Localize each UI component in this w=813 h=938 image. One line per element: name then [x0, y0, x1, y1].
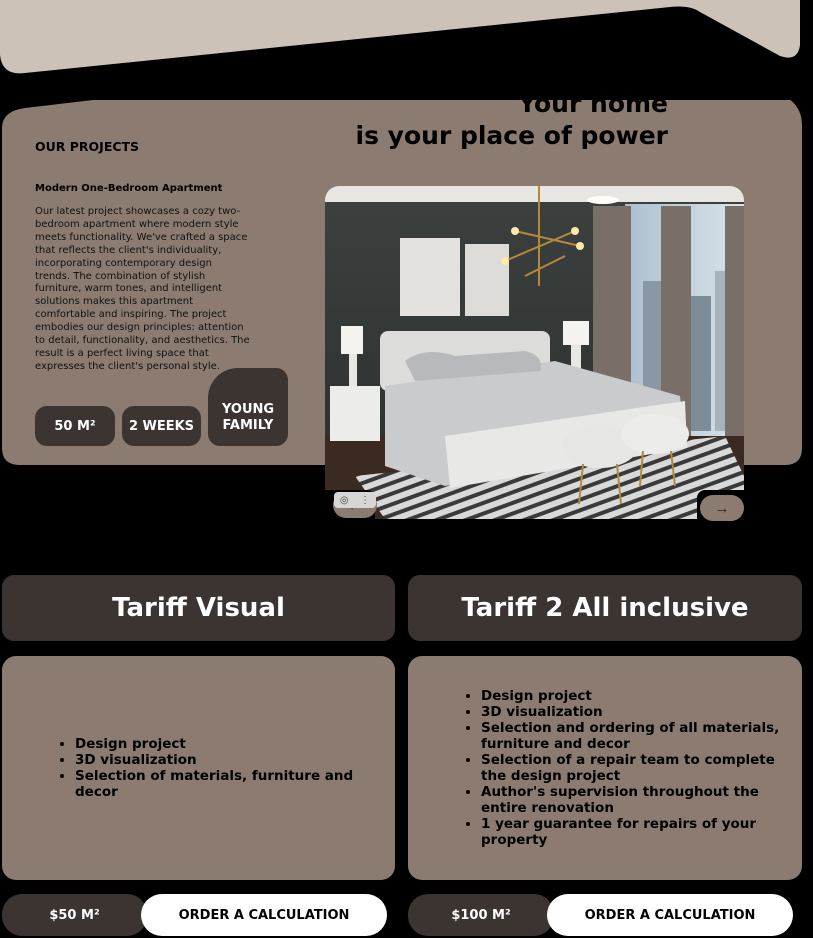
arrow-right-icon: → — [714, 499, 730, 517]
project-description: Our latest project showcases a cozy two-… — [35, 206, 250, 372]
feature-item: 3D visualization — [75, 752, 395, 768]
feature-item: 3D visualization — [481, 704, 781, 720]
area-badge: 50 M² — [35, 406, 115, 446]
photo-tools[interactable]: ◎ ⋮ — [334, 492, 376, 508]
slogan-line-2: is your place of power — [355, 121, 668, 150]
tariff-all-inclusive-features: Design project 3D visualization Selectio… — [408, 656, 802, 880]
tariff-all-inclusive-title: Tariff 2 All inclusive — [408, 575, 802, 641]
feature-list: Design project 3D visualization Selectio… — [408, 688, 781, 848]
project-title: Modern One-Bedroom Apartment — [35, 183, 223, 194]
feature-item: Design project — [481, 688, 781, 704]
project-photo — [325, 186, 744, 519]
feature-item: Design project — [75, 736, 395, 752]
next-photo-button[interactable]: → — [700, 495, 744, 521]
slogan-line-1: Your home — [518, 89, 668, 118]
duration-badge: 2 WEEKS — [122, 406, 201, 446]
tariff-all-inclusive-price: $100 M² — [408, 894, 554, 936]
section-title: OUR PROJECTS — [35, 139, 140, 154]
bedroom-illustration — [325, 186, 744, 519]
feature-list: Design project 3D visualization Selectio… — [2, 736, 395, 800]
feature-item: Author's supervision throughout the enti… — [481, 784, 781, 816]
more-icon[interactable]: ⋮ — [360, 495, 370, 506]
tariff-visual-features: Design project 3D visualization Selectio… — [2, 656, 395, 880]
order-calculation-button[interactable]: ORDER A CALCULATION — [547, 894, 793, 936]
tariff-visual-title: Tariff Visual — [2, 575, 395, 641]
tariff-visual-price: $50 M² — [2, 894, 147, 936]
feature-item: Selection of a repair team to complete t… — [481, 752, 781, 784]
feature-item: Selection and ordering of all materials,… — [481, 720, 781, 752]
hero-slogan: Your home is your place of power — [356, 88, 668, 152]
feature-item: Selection of materials, furniture and de… — [75, 768, 395, 800]
top-decor-band — [0, 0, 800, 74]
order-calculation-button[interactable]: ORDER A CALCULATION — [141, 894, 387, 936]
feature-item: 1 year guarantee for repairs of your pro… — [481, 816, 781, 848]
client-badge: YOUNG FAMILY — [208, 368, 288, 446]
lens-icon[interactable]: ◎ — [340, 495, 349, 506]
